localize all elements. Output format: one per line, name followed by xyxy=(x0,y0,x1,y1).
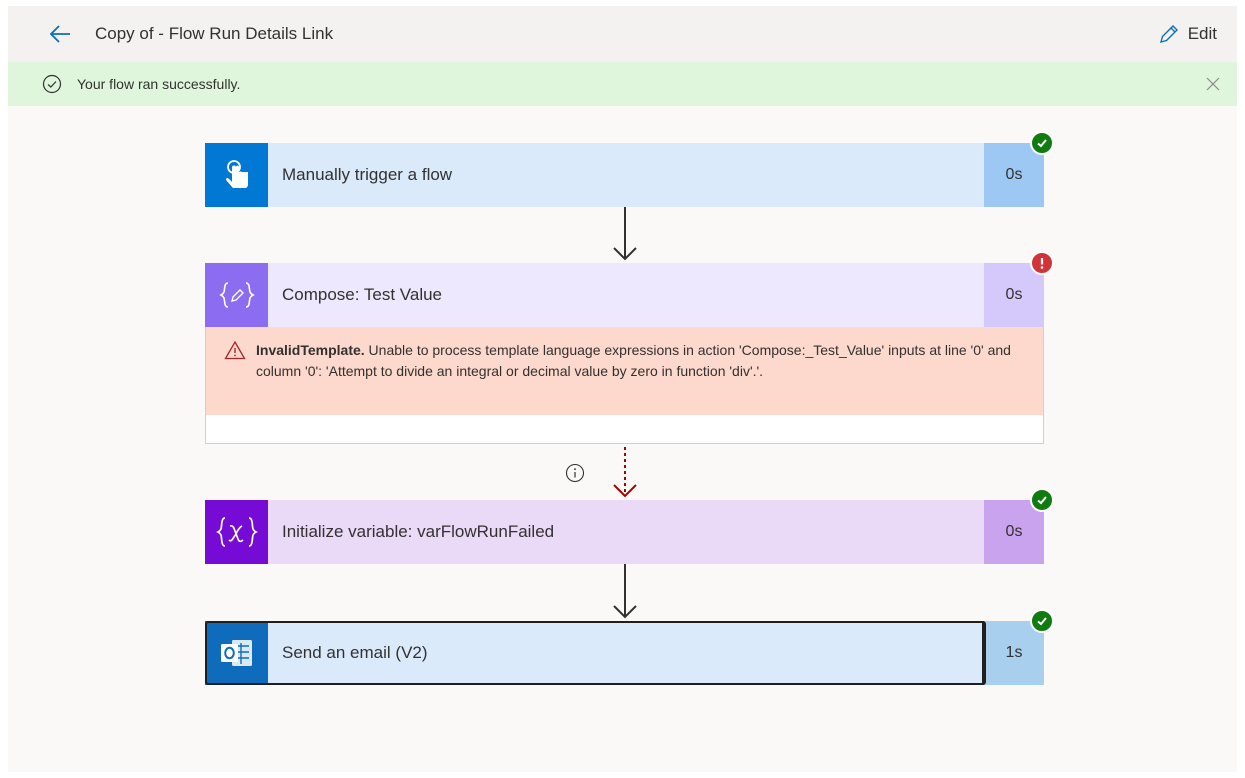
touch-icon xyxy=(205,143,268,207)
info-icon[interactable] xyxy=(564,462,586,484)
close-icon[interactable] xyxy=(1203,74,1223,94)
step-compose[interactable]: Compose: Test Value 0s xyxy=(205,251,1054,327)
header-bar: Copy of - Flow Run Details Link Edit xyxy=(8,6,1237,62)
error-text: InvalidTemplate. Unable to process templ… xyxy=(256,340,1016,382)
back-arrow-icon[interactable] xyxy=(46,20,74,48)
error-detail: Unable to process template language expr… xyxy=(256,342,1011,379)
step-send-email[interactable]: Send an email (V2) 1s xyxy=(205,609,1054,685)
error-title: InvalidTemplate. xyxy=(256,342,365,358)
warning-icon xyxy=(224,340,246,360)
failed-connector-arrow-icon xyxy=(613,447,637,498)
connector-arrow-icon xyxy=(613,564,637,619)
pencil-icon xyxy=(1159,25,1178,43)
step-manual-trigger[interactable]: Manually trigger a flow 0s xyxy=(205,131,1054,207)
page-title: Copy of - Flow Run Details Link xyxy=(95,24,334,43)
step-label: Compose: Test Value xyxy=(268,263,984,327)
compose-icon xyxy=(205,263,268,327)
step-label: Send an email (V2) xyxy=(268,621,984,685)
outlook-icon xyxy=(205,621,268,685)
checkmark-circle-icon xyxy=(42,74,62,94)
edit-button[interactable]: Edit xyxy=(1158,20,1217,48)
success-banner: Your flow ran successfully. xyxy=(8,62,1237,106)
success-check-icon xyxy=(1030,488,1054,512)
error-message-box: InvalidTemplate. Unable to process templ… xyxy=(206,327,1043,415)
step-initialize-variable[interactable]: Initialize variable: varFlowRunFailed 0s xyxy=(205,488,1054,564)
success-check-icon xyxy=(1030,131,1054,155)
banner-message: Your flow ran successfully. xyxy=(77,76,241,92)
step-label: Manually trigger a flow xyxy=(268,143,984,207)
step-label: Initialize variable: varFlowRunFailed xyxy=(268,500,984,564)
success-check-icon xyxy=(1030,609,1054,633)
connector-arrow-icon xyxy=(613,207,637,261)
variable-icon xyxy=(205,500,268,564)
error-exclamation-icon xyxy=(1030,251,1054,275)
edit-label: Edit xyxy=(1187,24,1217,43)
